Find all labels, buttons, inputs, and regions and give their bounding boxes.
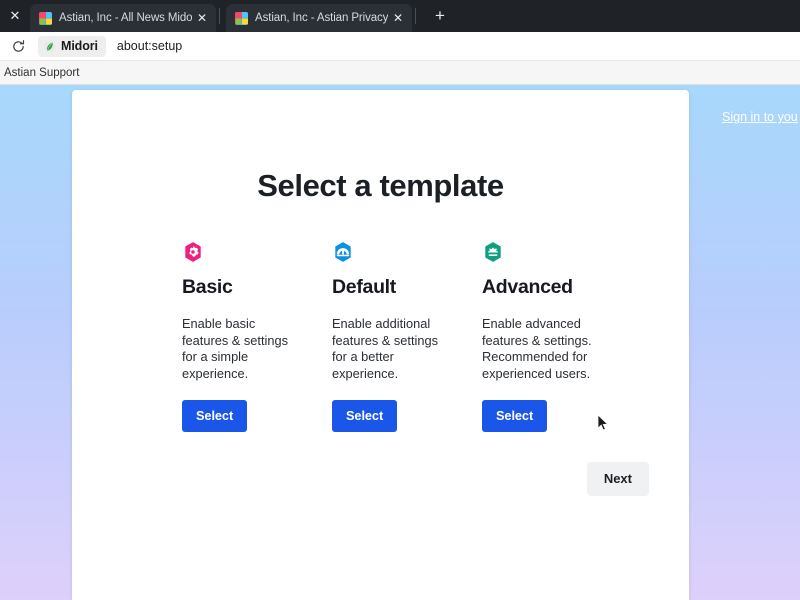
origin-chip[interactable]: Midori xyxy=(38,35,106,57)
next-button[interactable]: Next xyxy=(586,462,649,496)
select-advanced-button[interactable]: Select xyxy=(482,400,548,432)
midori-leaf-icon xyxy=(43,40,56,52)
hexagon-crown-icon xyxy=(485,242,501,262)
navigation-bar: Midori about:setup xyxy=(0,32,800,61)
setup-panel: Select a template Basic Enable basic fea… xyxy=(72,90,689,600)
template-card-list: Basic Enable basic features & settings f… xyxy=(72,241,689,432)
template-description: Enable advanced features & settings. Rec… xyxy=(482,316,592,381)
tab-favicon-icon xyxy=(235,11,248,25)
window-close-button[interactable]: ✕ xyxy=(0,0,30,32)
tab-title: Astian, Inc - Astian Privacy Po xyxy=(255,12,388,24)
template-name: Advanced xyxy=(482,276,573,298)
browser-tab-2[interactable]: Astian, Inc - Astian Privacy Po ✕ xyxy=(226,4,412,32)
tab-close-icon[interactable]: ✕ xyxy=(194,10,210,26)
setup-footer: Next xyxy=(72,462,689,496)
hexagon-flower-icon xyxy=(185,242,201,262)
template-description: Enable basic features & settings for a s… xyxy=(182,316,288,381)
bookmarks-bar: Astian Support xyxy=(0,61,800,85)
tab-strip: ✕ Astian, Inc - All News Midori B ✕ Asti… xyxy=(0,0,800,32)
reload-icon[interactable] xyxy=(6,34,30,58)
new-tab-button[interactable]: + xyxy=(426,2,454,30)
template-card-advanced: Advanced Enable advanced features & sett… xyxy=(482,241,632,432)
template-card-default: Default Enable additional features & set… xyxy=(332,241,482,432)
page-title: Select a template xyxy=(257,168,504,203)
template-description: Enable additional features & settings fo… xyxy=(332,316,438,381)
browser-tab-1[interactable]: Astian, Inc - All News Midori B ✕ xyxy=(30,4,216,32)
template-card-basic: Basic Enable basic features & settings f… xyxy=(182,241,332,432)
template-name: Default xyxy=(332,276,396,298)
hexagon-arch-icon xyxy=(335,242,351,262)
select-basic-button[interactable]: Select xyxy=(182,400,248,432)
browser-window: ✕ Astian, Inc - All News Midori B ✕ Asti… xyxy=(0,0,800,600)
sign-in-link[interactable]: Sign in to you xyxy=(722,110,798,124)
tab-close-icon[interactable]: ✕ xyxy=(390,10,406,26)
template-name: Basic xyxy=(182,276,233,298)
tab-favicon-icon xyxy=(39,11,52,25)
tab-title: Astian, Inc - All News Midori B xyxy=(59,12,192,24)
page-viewport: Sign in to you Select a template Basic E… xyxy=(0,85,800,600)
select-default-button[interactable]: Select xyxy=(332,400,398,432)
tab-divider xyxy=(415,8,416,24)
address-bar-url[interactable]: about:setup xyxy=(117,39,182,53)
tab-divider xyxy=(219,8,220,24)
mouse-cursor xyxy=(597,414,609,431)
bookmark-astian-support[interactable]: Astian Support xyxy=(0,65,85,81)
origin-label: Midori xyxy=(61,39,98,53)
